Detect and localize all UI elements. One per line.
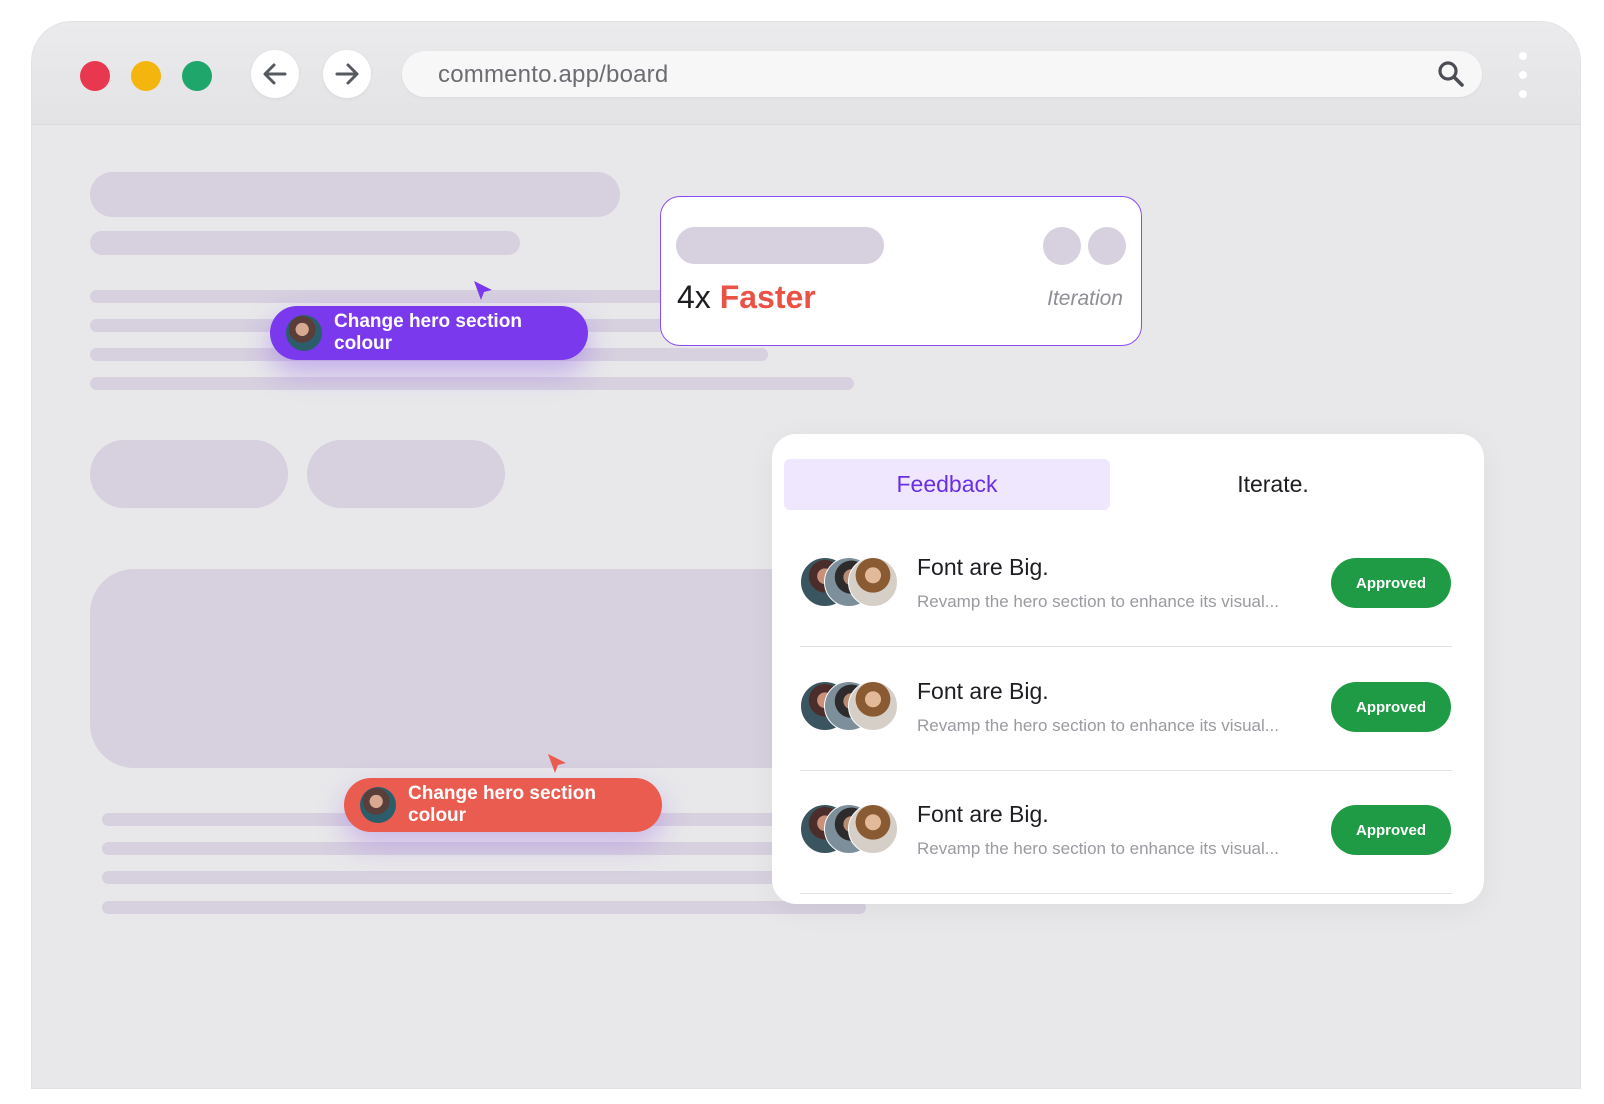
skeleton-line [102, 842, 866, 855]
close-window-button[interactable] [80, 61, 110, 91]
feedback-description: Revamp the hero section to enhance its v… [917, 716, 1279, 735]
forward-button[interactable] [323, 50, 371, 98]
avatar-group [800, 557, 900, 609]
address-bar[interactable]: commento.app/board [402, 51, 1482, 97]
feedback-title: Font are Big. [917, 801, 1049, 827]
back-button[interactable] [251, 50, 299, 98]
skeleton-dot [1088, 227, 1126, 265]
feedback-description: Revamp the hero section to enhance its v… [917, 839, 1279, 858]
comment-text: Change hero section colour [408, 783, 596, 826]
skeleton-heading [90, 172, 620, 217]
tab-iterate[interactable]: Iterate. [1110, 459, 1436, 510]
url-text: commento.app/board [438, 61, 669, 88]
divider [800, 893, 1452, 894]
search-icon[interactable] [1436, 59, 1466, 89]
arrow-right-icon [335, 63, 359, 85]
stat-card: 4x Faster Iteration [660, 196, 1142, 346]
feedback-title: Font are Big. [917, 678, 1049, 704]
arrow-left-icon [263, 63, 287, 85]
feedback-item[interactable]: Font are Big. Revamp the hero section to… [800, 534, 1452, 658]
comment-tag[interactable]: Change hero section colour [270, 306, 588, 360]
skeleton-button [90, 440, 288, 508]
skeleton-subheading [90, 231, 520, 255]
browser-toolbar: commento.app/board [32, 22, 1580, 125]
avatar [848, 681, 898, 731]
avatar-group [800, 804, 900, 856]
stat-headline: 4x Faster [677, 279, 816, 316]
skeleton-line [90, 377, 854, 390]
divider [800, 646, 1452, 647]
divider [800, 770, 1452, 771]
feedback-panel: Feedback Iterate. Font are Big. Revamp t… [772, 434, 1484, 904]
comment-text: Change hero section colour [334, 311, 522, 354]
avatar-group [800, 681, 900, 733]
skeleton-label [676, 227, 884, 264]
avatar [848, 804, 898, 854]
cursor-pointer-icon [548, 754, 566, 773]
maximize-window-button[interactable] [182, 61, 212, 91]
approved-badge[interactable]: Approved [1331, 558, 1451, 608]
cursor-pointer-icon [474, 281, 492, 300]
avatar [360, 787, 396, 823]
stat-multiplier: 4x [677, 279, 711, 315]
feedback-description: Revamp the hero section to enhance its v… [917, 592, 1279, 611]
skeleton-line [102, 871, 866, 884]
approved-badge[interactable]: Approved [1331, 682, 1451, 732]
tab-feedback[interactable]: Feedback [784, 459, 1110, 510]
kebab-menu-icon[interactable] [1517, 52, 1529, 104]
feedback-title: Font are Big. [917, 554, 1049, 580]
feedback-item[interactable]: Font are Big. Revamp the hero section to… [800, 658, 1452, 782]
skeleton-line [102, 901, 866, 914]
approved-badge[interactable]: Approved [1331, 805, 1451, 855]
comment-tag[interactable]: Change hero section colour [344, 778, 662, 832]
skeleton-dot [1043, 227, 1081, 265]
skeleton-hero-block [90, 569, 850, 768]
minimize-window-button[interactable] [131, 61, 161, 91]
avatar [848, 557, 898, 607]
feedback-item[interactable]: Font are Big. Revamp the hero section to… [800, 781, 1452, 905]
avatar [286, 315, 322, 351]
stat-subtitle: Iteration [1047, 287, 1123, 310]
stat-highlight: Faster [719, 279, 816, 315]
skeleton-button [307, 440, 505, 508]
